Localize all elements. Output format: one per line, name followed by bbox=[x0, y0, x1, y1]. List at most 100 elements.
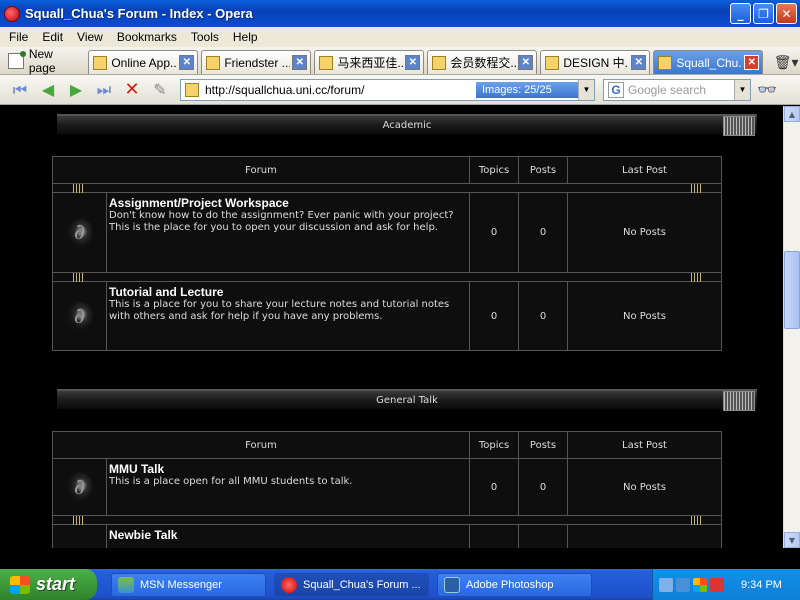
forum-table: Forum Topics Posts Last Post ∂ Assignmen… bbox=[52, 156, 722, 351]
tab-label: DESIGN 中.... bbox=[563, 56, 629, 70]
address-bar[interactable]: http://squallchua.uni.cc/forum/ Images: … bbox=[180, 78, 595, 101]
scroll-down-icon[interactable]: ▼ bbox=[784, 532, 800, 548]
restore-button[interactable]: ❐ bbox=[753, 3, 774, 24]
tab-friendster[interactable]: Friendster ... ✕ bbox=[201, 50, 312, 74]
messenger-tray-icon[interactable] bbox=[676, 577, 690, 592]
title-bar: Squall_Chua's Forum - Index - Opera _ ❐ … bbox=[0, 0, 800, 27]
security-shield-icon[interactable] bbox=[710, 577, 724, 592]
tab-malaysia[interactable]: 马来西亚佳... ✕ bbox=[314, 50, 425, 74]
close-tab-icon[interactable]: ✕ bbox=[518, 55, 534, 70]
network-icon[interactable] bbox=[659, 577, 673, 592]
fast-forward-icon[interactable]: ⏭ bbox=[90, 79, 118, 101]
forum-description-cell: Tutorial and Lecture This is a place for… bbox=[107, 282, 469, 350]
forum-link[interactable]: MMU Talk bbox=[109, 462, 467, 476]
page-icon bbox=[432, 55, 447, 70]
column-header-last-post: Last Post bbox=[567, 432, 721, 458]
collapse-grip-icon[interactable] bbox=[723, 391, 755, 411]
page-icon bbox=[206, 55, 221, 70]
tab-design[interactable]: DESIGN 中.... ✕ bbox=[540, 50, 651, 74]
stop-icon[interactable]: ✕ bbox=[118, 79, 146, 101]
last-post: No Posts bbox=[567, 282, 721, 350]
new-page-label: New page bbox=[28, 47, 56, 75]
forum-link[interactable]: Newbie Talk bbox=[109, 528, 467, 542]
tab-member[interactable]: 会员数程交... ✕ bbox=[427, 50, 538, 74]
new-page-button[interactable]: New page bbox=[4, 47, 88, 75]
start-button[interactable]: start bbox=[0, 569, 97, 600]
tab-squall-forum[interactable]: Squall_Chu... ✕ bbox=[653, 50, 764, 74]
close-tab-icon[interactable]: ✕ bbox=[179, 55, 195, 70]
address-dropdown-icon[interactable]: ▼ bbox=[578, 79, 594, 100]
topics-count: 0 bbox=[469, 459, 518, 515]
task-label: Adobe Photoshop bbox=[466, 578, 554, 591]
close-tab-icon[interactable]: ✕ bbox=[744, 55, 760, 70]
tab-label: Squall_Chu... bbox=[676, 55, 743, 70]
forum-status-icon: ∂ bbox=[53, 193, 107, 272]
forum-table: Forum Topics Posts Last Post ∂ MMU Talk … bbox=[52, 431, 722, 548]
menu-edit[interactable]: Edit bbox=[35, 30, 70, 44]
windows-update-icon[interactable] bbox=[693, 577, 707, 592]
divider bbox=[53, 184, 721, 193]
window-controls: _ ❐ ✕ bbox=[730, 3, 797, 24]
google-icon[interactable]: G bbox=[608, 81, 624, 98]
glasses-icon[interactable]: 👓 bbox=[757, 80, 777, 99]
page-icon bbox=[185, 82, 199, 97]
category-title: Academic bbox=[382, 119, 432, 131]
table-row: ∂ MMU Talk This is a place open for all … bbox=[53, 459, 721, 516]
taskbar-item-opera[interactable]: Squall_Chua's Forum ... bbox=[274, 572, 429, 597]
page-icon bbox=[93, 55, 108, 70]
column-header-topics: Topics bbox=[469, 432, 518, 458]
forum-description-cell: Assignment/Project Workspace Don't know … bbox=[107, 193, 469, 272]
rewind-icon[interactable]: ⏮ bbox=[6, 79, 34, 101]
images-indicator[interactable]: Images: 25/25 bbox=[476, 81, 578, 98]
posts-count: 0 bbox=[518, 282, 567, 350]
menu-help[interactable]: Help bbox=[226, 30, 265, 44]
clock[interactable]: 9:34 PM bbox=[741, 579, 782, 591]
column-header-last-post: Last Post bbox=[567, 157, 721, 183]
start-label: start bbox=[36, 574, 76, 594]
edit-icon[interactable]: ✎ bbox=[146, 79, 174, 101]
task-label: MSN Messenger bbox=[140, 578, 222, 591]
scroll-thumb[interactable] bbox=[784, 251, 800, 329]
menu-bar: File Edit View Bookmarks Tools Help bbox=[0, 27, 800, 47]
table-header: Forum Topics Posts Last Post bbox=[53, 157, 721, 184]
menu-view[interactable]: View bbox=[70, 30, 110, 44]
taskbar: start MSN Messenger Squall_Chua's Forum … bbox=[0, 569, 800, 600]
forum-description-cell: Newbie Talk bbox=[107, 525, 469, 548]
vertical-scrollbar[interactable]: ▲ ▼ bbox=[783, 106, 800, 548]
search-input[interactable]: Google search bbox=[628, 83, 750, 97]
close-tab-icon[interactable]: ✕ bbox=[292, 55, 308, 70]
search-dropdown-icon[interactable]: ▼ bbox=[734, 79, 750, 100]
close-tab-icon[interactable]: ✕ bbox=[405, 55, 421, 70]
trash-icon[interactable]: 🗑▾ bbox=[772, 50, 800, 74]
taskbar-item-photoshop[interactable]: Adobe Photoshop bbox=[437, 572, 592, 597]
photoshop-icon bbox=[444, 576, 460, 593]
menu-file[interactable]: File bbox=[2, 30, 35, 44]
menu-bookmarks[interactable]: Bookmarks bbox=[110, 30, 184, 44]
forum-link[interactable]: Tutorial and Lecture bbox=[109, 285, 467, 299]
forum-link[interactable]: Assignment/Project Workspace bbox=[109, 196, 467, 210]
posts-count: 0 bbox=[518, 459, 567, 515]
search-box[interactable]: G Google search ▼ bbox=[603, 78, 751, 101]
minimize-button[interactable]: _ bbox=[730, 3, 751, 24]
tab-label: 会员数程交... bbox=[450, 56, 517, 70]
tab-label: Friendster ... bbox=[224, 55, 291, 70]
menu-tools[interactable]: Tools bbox=[184, 30, 226, 44]
last-post bbox=[567, 525, 721, 548]
table-header: Forum Topics Posts Last Post bbox=[53, 432, 721, 459]
back-icon[interactable]: ◀ bbox=[34, 79, 62, 101]
close-tab-icon[interactable]: ✕ bbox=[631, 55, 647, 70]
collapse-grip-icon[interactable] bbox=[723, 116, 755, 136]
close-window-button[interactable]: ✕ bbox=[776, 3, 797, 24]
forum-description: Don't know how to do the assignment? Eve… bbox=[109, 210, 454, 233]
divider bbox=[53, 273, 721, 282]
forum-description: This is a place open for all MMU student… bbox=[109, 476, 353, 487]
opera-icon bbox=[281, 576, 297, 593]
taskbar-item-msn[interactable]: MSN Messenger bbox=[111, 572, 266, 597]
task-label: Squall_Chua's Forum ... bbox=[303, 578, 421, 591]
tab-online-app[interactable]: Online App... ✕ bbox=[88, 50, 199, 74]
category-title: General Talk bbox=[376, 394, 438, 406]
forward-icon[interactable]: ▶ bbox=[62, 79, 90, 101]
scroll-up-icon[interactable]: ▲ bbox=[784, 106, 800, 122]
column-header-forum: Forum bbox=[245, 164, 277, 176]
last-post: No Posts bbox=[567, 459, 721, 515]
